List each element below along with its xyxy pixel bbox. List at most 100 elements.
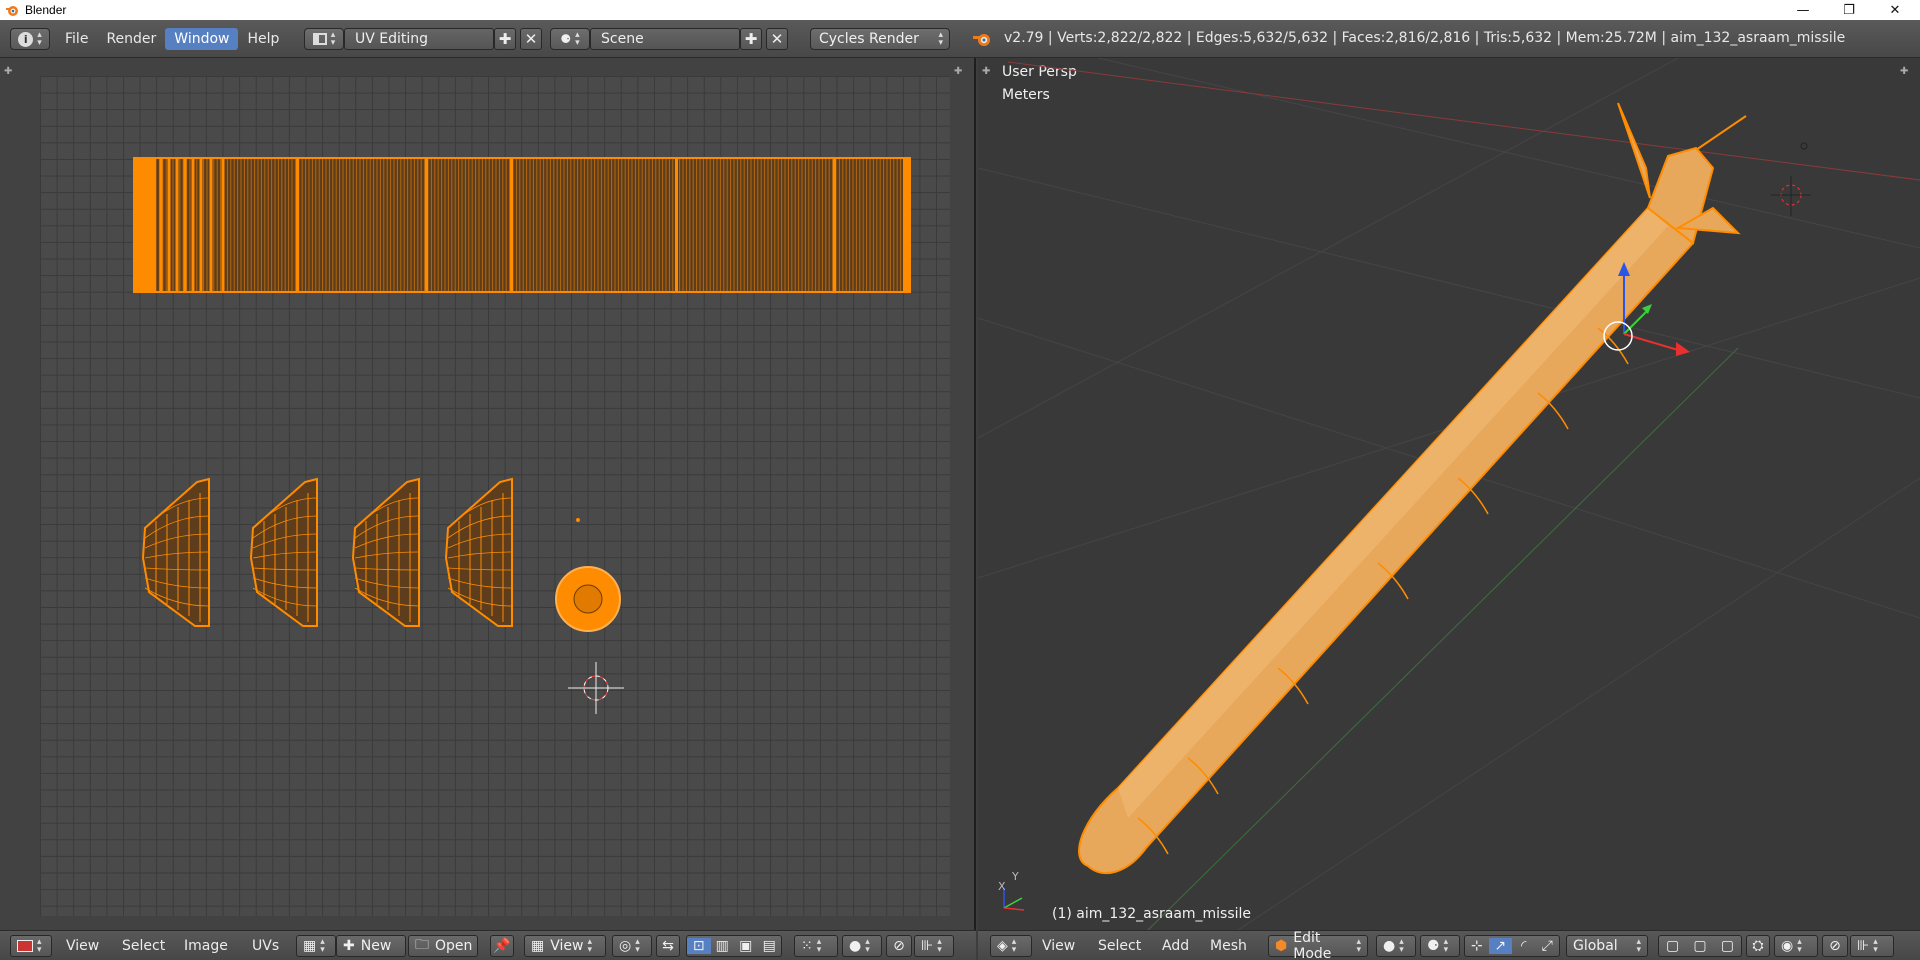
vertex-select-icon[interactable]: ⊡ [687, 938, 711, 954]
menu-help[interactable]: Help [238, 28, 288, 50]
scene-icon: ⚈ [560, 32, 572, 46]
uv-2d-cursor[interactable] [568, 662, 624, 714]
rotate-icon[interactable]: ◜ [1512, 938, 1536, 954]
minimize-button[interactable]: — [1780, 0, 1826, 20]
open-image-label: Open [435, 938, 473, 954]
uv-menu-view[interactable]: View [66, 938, 99, 954]
render-engine-dropdown[interactable]: Cycles Render ▴ ▾ [810, 28, 950, 50]
face-select-icon[interactable]: ▣ [734, 938, 758, 954]
pivot-point-dropdown[interactable]: ⚈ ▴ ▾ [1420, 935, 1460, 957]
sticky-select-dropdown[interactable]: ⁙ ▴ ▾ [794, 935, 838, 957]
uv-menu-image[interactable]: Image [184, 938, 228, 954]
chevron-updown-icon: ▴ ▾ [635, 937, 640, 955]
pivot-icon: ◎ [619, 938, 632, 954]
sync-icon: ⇆ [662, 938, 674, 954]
plus-icon: ✚ [744, 30, 758, 48]
editor-type-button[interactable]: ◈ ▴ ▾ [990, 935, 1032, 957]
sync-selection-button[interactable]: ⇆ [656, 935, 680, 957]
v3d-menu-add[interactable]: Add [1162, 938, 1189, 954]
layout-icon [312, 33, 327, 45]
island-select-icon[interactable]: ▤ [758, 938, 782, 954]
uv-image-editor[interactable]: ✚ ✚ [0, 58, 976, 930]
add-screen-button[interactable]: ✚ [494, 28, 516, 50]
snap-element-dropdown[interactable]: ⊪ ▴ ▾ [914, 935, 954, 957]
proportional-edit-dropdown[interactable]: ◉ ▴ ▾ [1774, 935, 1818, 957]
x-icon: ✕ [770, 30, 784, 48]
axis-gizmo-x-label: X [998, 880, 1006, 893]
view-mode-dropdown[interactable]: ▦ View ▴ ▾ [524, 935, 606, 957]
uv-menu-select[interactable]: Select [122, 938, 165, 954]
translate-icon[interactable]: ↗ [1488, 938, 1512, 954]
blender-logo-icon [973, 34, 990, 46]
pivot-point-dropdown[interactable]: ◎ ▴ ▾ [612, 935, 652, 957]
object-origin [1800, 142, 1808, 150]
v3d-menu-select[interactable]: Select [1098, 938, 1141, 954]
axis-gizmo-y-label: Y [1012, 870, 1019, 883]
layer-icon[interactable]: ▢ [1686, 938, 1713, 954]
v3d-menu-view[interactable]: View [1042, 938, 1075, 954]
layer-icon[interactable]: ▢ [1714, 938, 1741, 954]
screen-layout-browse-button[interactable]: ▴ ▾ [304, 28, 344, 50]
scene-field[interactable]: Scene [590, 28, 740, 50]
editor-type-info-button[interactable]: i ▴ ▾ [10, 28, 50, 50]
scene-browse-button[interactable]: ⚈ ▴ ▾ [550, 28, 590, 50]
sticky-select-icon: ⁙ [801, 938, 813, 954]
snap-toggle[interactable]: ⊘ [1822, 935, 1848, 957]
interaction-mode-dropdown[interactable]: ⬢ Edit Mode ▴ ▾ [1268, 930, 1368, 960]
viewport-scene [978, 58, 1920, 930]
delete-scene-button[interactable]: ✕ [766, 28, 788, 50]
chevron-updown-icon: ▴ ▾ [330, 30, 336, 48]
uv-menu-uvs[interactable]: UVs [252, 938, 279, 954]
image-icon: ▦ [531, 938, 545, 954]
proportional-edit-icon: ● [849, 938, 862, 954]
snap-toggle[interactable]: ⊘ [886, 935, 912, 957]
chevron-updown-icon: ▴ ▾ [1443, 937, 1449, 955]
open-image-button[interactable]: 🗀 Open [408, 935, 478, 957]
scale-icon[interactable]: ⤢ [1536, 938, 1560, 954]
3d-cursor[interactable] [1771, 176, 1811, 216]
close-window-button[interactable]: ✕ [1872, 0, 1918, 20]
axis-gizmo [1003, 888, 1025, 911]
pin-image-button[interactable]: 📌 [490, 935, 514, 957]
transform-orientation-dropdown[interactable]: Global ▴ ▾ [1566, 935, 1648, 957]
chevron-updown-icon: ▴ ▾ [587, 937, 592, 955]
chevron-updown-icon: ▴ ▾ [937, 937, 942, 955]
edge-select-icon[interactable]: ▥ [711, 938, 735, 954]
editor-type-button[interactable]: ▴ ▾ [10, 935, 52, 957]
visible-select-icon: ⛭ [1752, 938, 1764, 954]
menu-render[interactable]: Render [97, 28, 165, 50]
image-browse-button[interactable]: ▦ ▴ ▾ [296, 935, 336, 957]
add-scene-button[interactable]: ✚ [740, 28, 762, 50]
screen-layout-field[interactable]: UV Editing [344, 28, 494, 50]
menu-file[interactable]: File [56, 28, 97, 50]
layer-icon[interactable]: ▢ [1659, 938, 1686, 954]
uv-islands [133, 157, 911, 714]
chevron-updown-icon: ▴ ▾ [1356, 937, 1361, 955]
chevron-updown-icon: ▴ ▾ [1873, 937, 1878, 955]
chevron-updown-icon: ▴ ▾ [1011, 937, 1017, 955]
render-engine-label: Cycles Render [819, 31, 919, 47]
proportional-edit-dropdown[interactable]: ● ▴ ▾ [842, 935, 882, 957]
viewport-shading-dropdown[interactable]: ● ▴ ▾ [1376, 935, 1416, 957]
select-mode-group: ⊡ ▥ ▣ ▤ [686, 935, 782, 957]
magnet-icon: ⊘ [1829, 938, 1841, 954]
uv-island-nose [555, 518, 621, 632]
menu-window[interactable]: Window [165, 28, 239, 50]
restore-button[interactable]: ❐ [1826, 0, 1872, 20]
snap-increment-icon: ⊪ [921, 938, 934, 954]
chevron-updown-icon: ▴ ▾ [37, 30, 42, 48]
chevron-updown-icon: ▴ ▾ [938, 30, 943, 48]
scene-statistics: v2.79 | Verts:2,822/2,822 | Edges:5,632/… [1004, 30, 1846, 46]
chevron-updown-icon: ▴ ▾ [1399, 937, 1404, 955]
snap-element-dropdown[interactable]: ⊪ ▴ ▾ [1850, 935, 1894, 957]
manipulator-toggle-icon[interactable]: ⊹ [1465, 938, 1489, 954]
chevron-updown-icon: ▴ ▾ [1636, 937, 1641, 955]
new-image-button[interactable]: ✚ New [336, 935, 406, 957]
chevron-updown-icon: ▴ ▾ [865, 937, 870, 955]
delete-screen-button[interactable]: ✕ [520, 28, 542, 50]
blender-logo-icon [6, 6, 18, 16]
v3d-menu-mesh[interactable]: Mesh [1210, 938, 1247, 954]
window-titlebar: Blender — ❐ ✕ [0, 0, 1920, 20]
3d-viewport[interactable]: ✚ ✚ User Persp Meters X Y (1) aim_132_as… [978, 58, 1920, 930]
limit-selection-toggle[interactable]: ⛭ [1746, 935, 1770, 957]
